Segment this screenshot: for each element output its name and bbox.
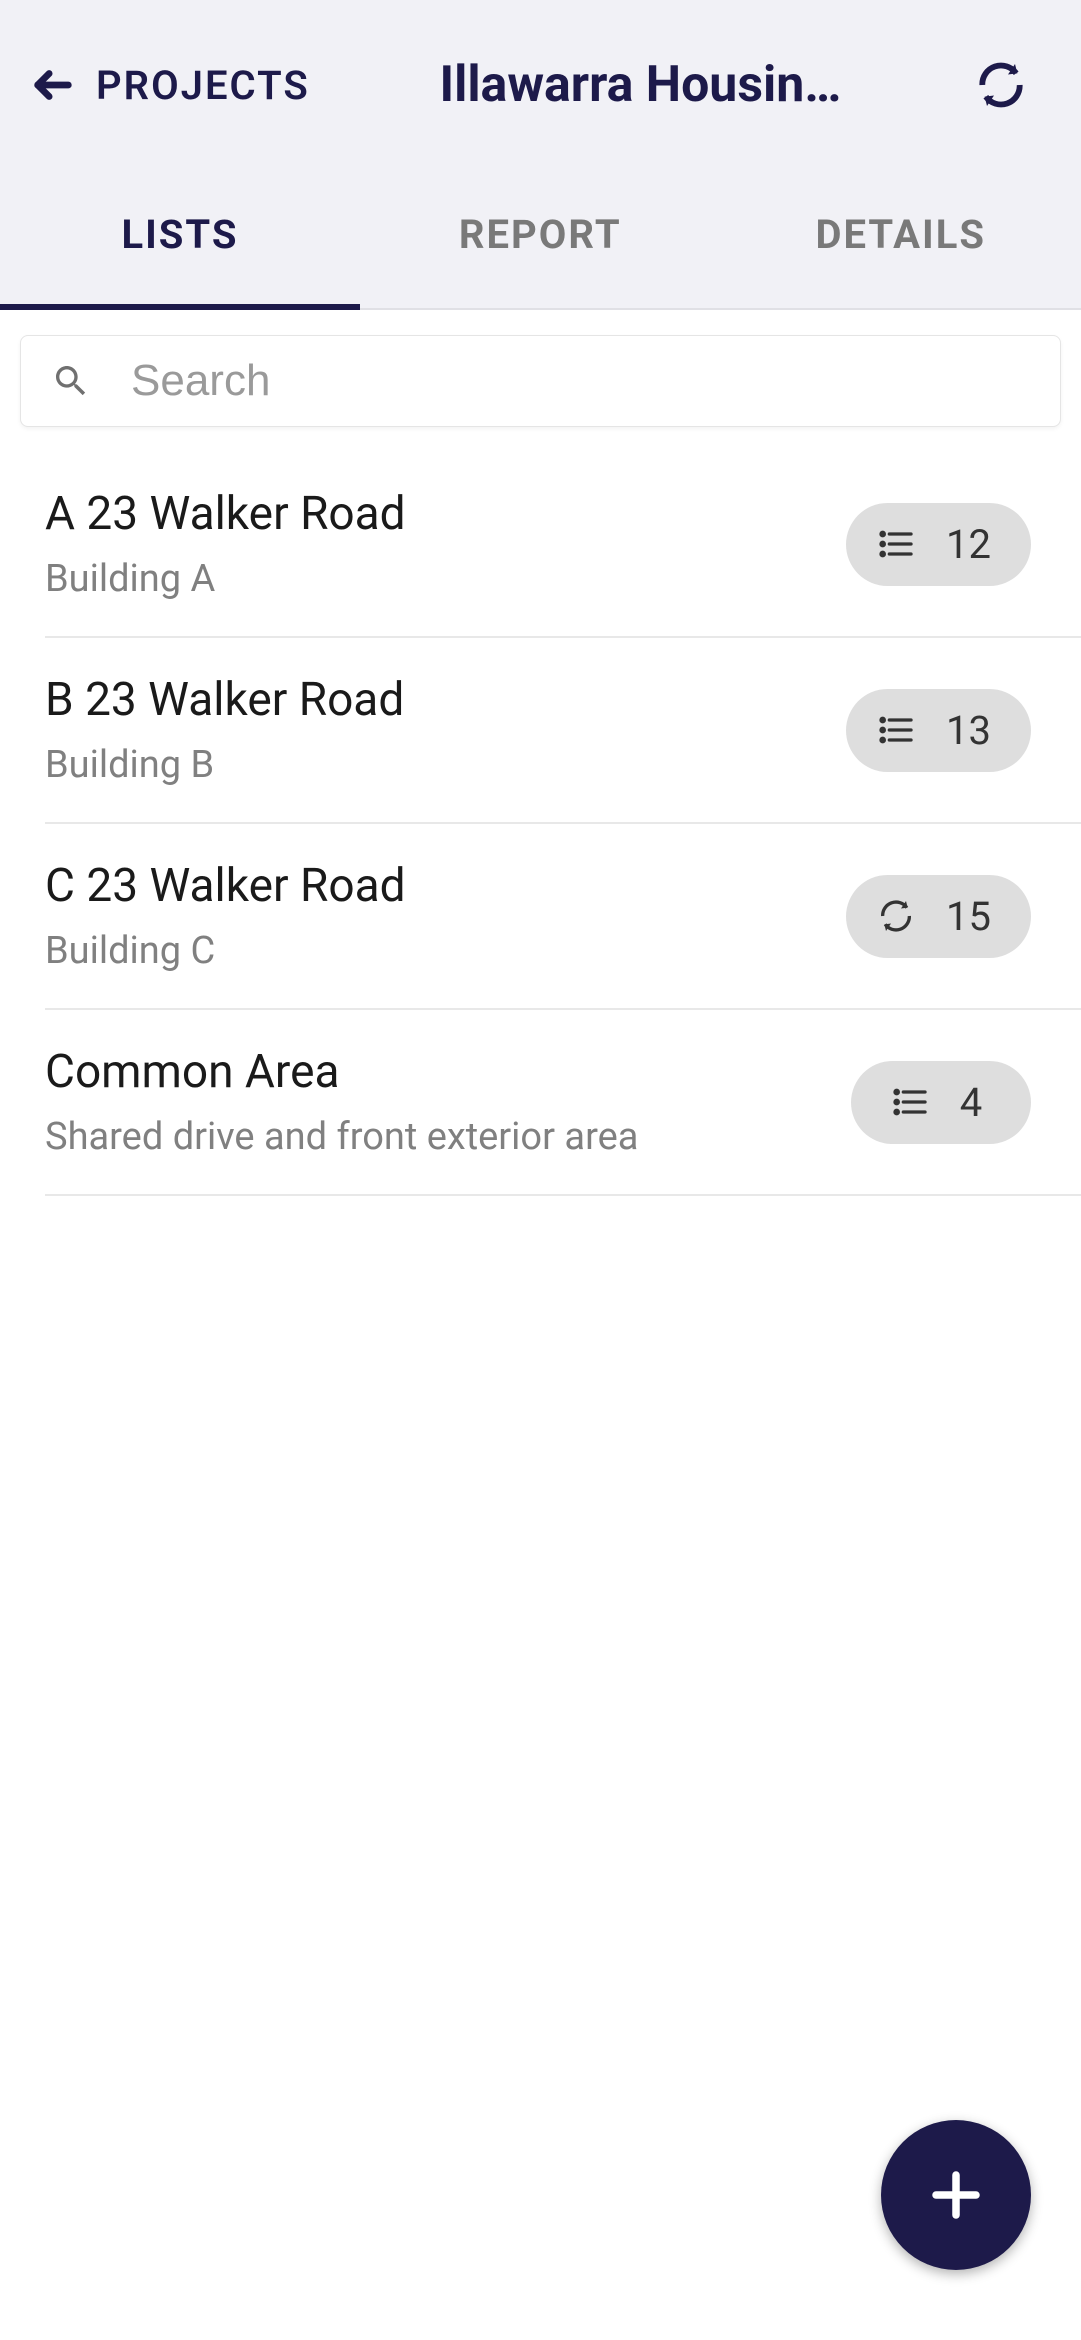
count-number: 12 <box>946 521 991 568</box>
list-item-text: Common Area Shared drive and front exter… <box>45 1045 638 1159</box>
sync-icon <box>973 57 1029 113</box>
app-header: PROJECTS Illawarra Housin… LISTS REPORT … <box>0 0 1081 310</box>
list-item-title: A 23 Walker Road <box>45 487 406 541</box>
tab-details[interactable]: DETAILS <box>721 160 1081 308</box>
back-label: PROJECTS <box>96 62 310 109</box>
tab-report[interactable]: REPORT <box>360 160 721 308</box>
plus-icon <box>926 2165 986 2225</box>
count-badge[interactable]: 12 <box>846 503 1031 586</box>
search-icon <box>51 361 91 401</box>
list-item[interactable]: A 23 Walker Road Building A 12 <box>45 452 1081 638</box>
back-button[interactable]: PROJECTS <box>30 62 310 109</box>
arrow-left-icon <box>30 62 76 108</box>
list-item[interactable]: B 23 Walker Road Building B 13 <box>45 638 1081 824</box>
count-number: 13 <box>946 707 991 754</box>
list-item[interactable]: C 23 Walker Road Building C 15 <box>45 824 1081 1010</box>
list-item-title: B 23 Walker Road <box>45 673 404 727</box>
page-title: Illawarra Housin… <box>320 56 961 114</box>
count-number: 4 <box>960 1079 982 1126</box>
list-item-subtitle: Shared drive and front exterior area <box>45 1115 638 1159</box>
search-box[interactable] <box>20 335 1061 427</box>
list-item[interactable]: Common Area Shared drive and front exter… <box>45 1010 1081 1196</box>
list-icon <box>876 524 916 564</box>
list-item-text: B 23 Walker Road Building B <box>45 673 404 787</box>
list-item-title: C 23 Walker Road <box>45 859 406 913</box>
add-button[interactable] <box>881 2120 1031 2270</box>
count-badge[interactable]: 4 <box>851 1061 1031 1144</box>
lists-container: A 23 Walker Road Building A 12 B 23 Walk… <box>0 452 1081 1196</box>
search-wrapper <box>0 310 1081 452</box>
search-input[interactable] <box>131 356 1030 406</box>
count-badge[interactable]: 13 <box>846 689 1031 772</box>
list-icon <box>876 710 916 750</box>
list-item-title: Common Area <box>45 1045 638 1099</box>
list-item-subtitle: Building C <box>45 929 406 973</box>
count-badge[interactable]: 15 <box>846 875 1031 958</box>
count-number: 15 <box>946 893 991 940</box>
list-icon <box>890 1082 930 1122</box>
tab-lists[interactable]: LISTS <box>0 160 360 308</box>
list-item-text: A 23 Walker Road Building A <box>45 487 406 601</box>
sync-icon <box>876 896 916 936</box>
tab-bar: LISTS REPORT DETAILS <box>0 160 1081 310</box>
list-item-text: C 23 Walker Road Building C <box>45 859 406 973</box>
header-top-row: PROJECTS Illawarra Housin… <box>0 0 1081 160</box>
list-item-subtitle: Building A <box>45 557 406 601</box>
content-area: A 23 Walker Road Building A 12 B 23 Walk… <box>0 310 1081 1196</box>
sync-button[interactable] <box>971 55 1031 115</box>
list-item-subtitle: Building B <box>45 743 404 787</box>
